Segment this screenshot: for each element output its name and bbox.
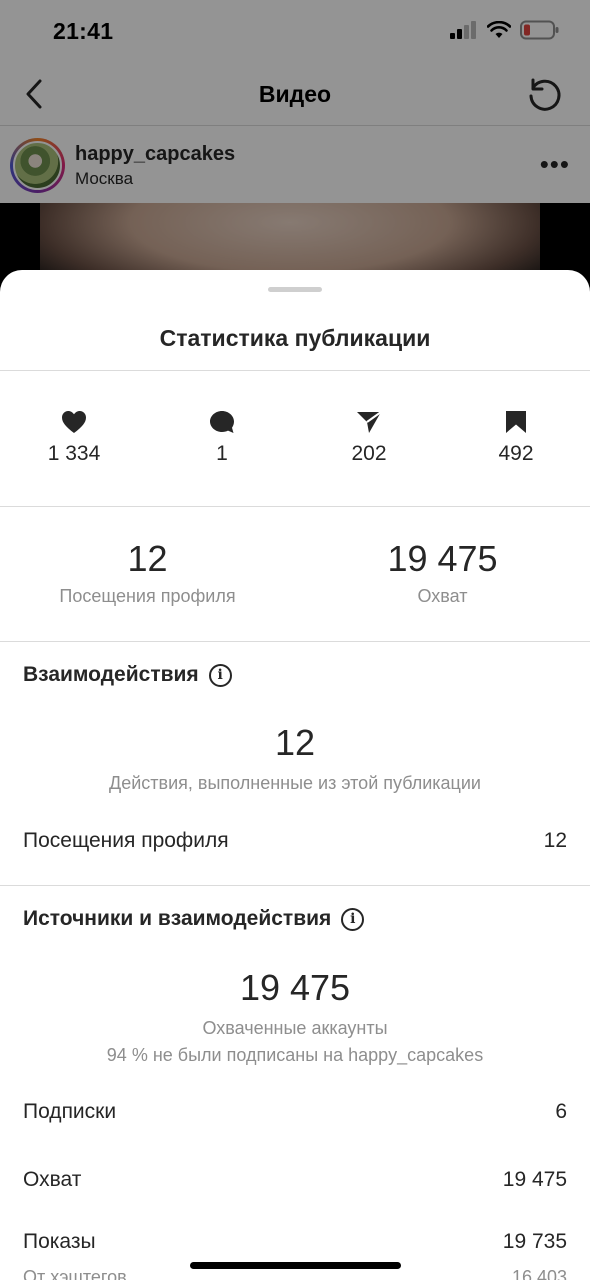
saves-count: 492 [498, 442, 534, 465]
shares-metric: 202 [309, 410, 429, 466]
shares-count: 202 [351, 442, 387, 465]
reach-summary: 19 475 Охват [295, 538, 590, 607]
engagement-metrics: 1 334 1 202 492 [0, 410, 590, 470]
divider [0, 885, 590, 886]
row-label: Посещения профиля [23, 829, 229, 852]
row-value: 12 [543, 829, 567, 852]
likes-metric: 1 334 [14, 410, 134, 466]
interactions-caption: Действия, выполненные из этой публикации [109, 773, 481, 793]
list-item: Посещения профиля 12 [23, 829, 567, 859]
row-value: 16 403 [511, 1267, 567, 1280]
row-value: 19 475 [502, 1168, 567, 1191]
row-value: 19 735 [502, 1230, 567, 1253]
reach-label: Охват [417, 586, 468, 606]
interactions-heading-text: Взаимодействия [23, 663, 199, 686]
profile-visits-label: Посещения профиля [59, 586, 236, 606]
insights-sheet: Статистика публикации 1 334 1 202 492 12… [0, 270, 590, 1280]
profile-visits-value: 12 [127, 538, 168, 579]
accounts-reached-value: 19 475 [239, 967, 351, 1008]
sheet-title: Статистика публикации [159, 325, 431, 351]
share-icon [357, 411, 382, 433]
non-followers-caption: 94 % не были подписаны на happy_capcakes [106, 1045, 484, 1065]
comment-icon [210, 411, 234, 433]
info-icon[interactable]: i [208, 663, 232, 687]
row-label: Показы [23, 1230, 96, 1253]
divider [0, 506, 590, 507]
interactions-value: 12 [274, 722, 316, 763]
saves-metric: 492 [456, 410, 576, 466]
info-icon[interactable]: i [341, 907, 365, 931]
sheet-grabber[interactable] [268, 287, 322, 292]
discovery-heading: Источники и взаимодействия i [23, 907, 365, 931]
list-item: Охват 19 475 [23, 1168, 567, 1198]
home-indicator[interactable] [190, 1262, 401, 1269]
comments-count: 1 [216, 442, 228, 465]
row-label: Охват [23, 1168, 82, 1191]
bookmark-icon [506, 411, 526, 433]
accounts-reached-caption: Охваченные аккаунты [202, 1018, 388, 1038]
divider [0, 370, 590, 371]
discovery-heading-text: Источники и взаимодействия [23, 907, 332, 930]
dim-overlay[interactable] [0, 0, 590, 300]
background-post-screen: 21:41 Видео happy_capcakes Москва ••• [0, 0, 590, 300]
list-item: Показы 19 735 [23, 1230, 567, 1260]
profile-visits-summary: 12 Посещения профиля [0, 538, 295, 607]
interactions-heading: Взаимодействия i [23, 663, 232, 687]
reach-value: 19 475 [387, 538, 498, 579]
comments-metric: 1 [162, 410, 282, 466]
row-value: 6 [555, 1100, 567, 1123]
divider [0, 641, 590, 642]
heart-icon [62, 411, 86, 433]
likes-count: 1 334 [47, 442, 101, 465]
row-label: Подписки [23, 1100, 117, 1123]
row-label: От хэштегов [23, 1267, 127, 1280]
list-item: Подписки 6 [23, 1100, 567, 1130]
